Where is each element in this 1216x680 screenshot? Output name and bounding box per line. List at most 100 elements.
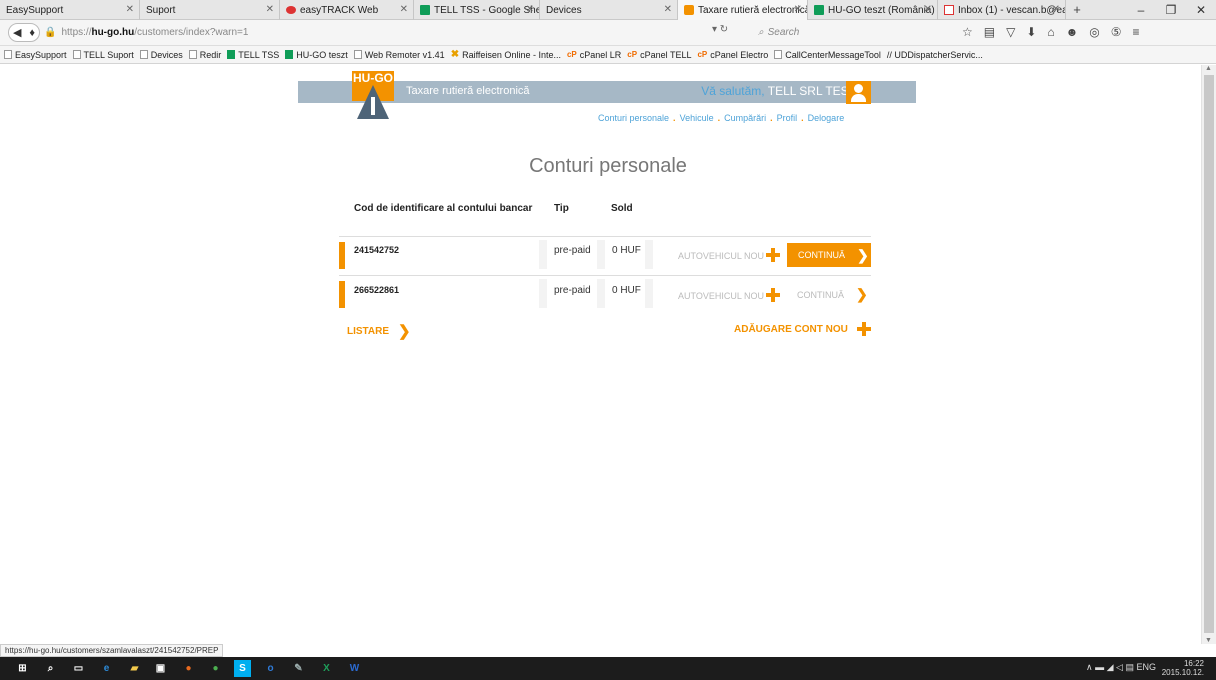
menu-icon[interactable]: ≡ — [1133, 25, 1140, 39]
tab-easytrack[interactable]: easyTRACK Web ✕ — [280, 0, 414, 20]
addon-icon[interactable]: ⑤ — [1111, 25, 1122, 39]
download-icon[interactable]: ⬇ — [1026, 25, 1036, 39]
word-icon[interactable]: W — [346, 660, 363, 677]
store-icon[interactable]: ▣ — [152, 660, 169, 677]
close-window-button[interactable]: ✕ — [1186, 0, 1216, 20]
road-lane-icon — [371, 97, 375, 115]
close-icon[interactable]: ✕ — [126, 4, 134, 15]
nav-vehicule[interactable]: Vehicule — [680, 113, 714, 123]
skype-icon[interactable]: S — [234, 660, 251, 677]
close-icon[interactable]: ✕ — [664, 4, 672, 15]
bookmark-cpanel-electro[interactable]: cP cPanel Electro — [697, 50, 768, 60]
nav-profil[interactable]: Profil — [777, 113, 798, 123]
file-explorer-icon[interactable]: ▰ — [126, 660, 143, 677]
task-view-icon[interactable]: ▭ — [70, 660, 87, 677]
bookmark-devices[interactable]: Devices — [139, 50, 183, 60]
pocket-icon[interactable]: ▽ — [1006, 25, 1015, 39]
close-icon[interactable]: ✕ — [266, 4, 274, 15]
bookmark-redir[interactable]: Redir — [188, 50, 221, 60]
chrome-icon[interactable]: ● — [207, 660, 224, 677]
scroll-down-icon[interactable]: ▼ — [1205, 637, 1212, 644]
close-icon[interactable]: ✕ — [1052, 4, 1060, 15]
chevron-right-icon: ❯ — [857, 246, 869, 263]
bookmark-star-icon[interactable]: ☆ — [962, 25, 973, 39]
edge-icon[interactable]: e — [98, 660, 115, 677]
nav-conturi-personale[interactable]: Conturi personale — [598, 113, 669, 123]
extension-icon[interactable]: ◎ — [1089, 25, 1099, 39]
page-icon — [4, 50, 12, 59]
page-icon — [139, 50, 148, 59]
bookmark-tell-suport[interactable]: TELL Suport — [72, 50, 134, 60]
url-bar[interactable]: 🔒 https://hu-go.hu/customers/index?warn=… — [44, 24, 774, 41]
close-icon[interactable]: ✕ — [526, 4, 534, 15]
vertical-scrollbar[interactable]: ▲ ▼ — [1201, 65, 1216, 644]
add-account-link[interactable]: ADĂUGARE CONT NOU — [734, 322, 871, 336]
bookmark-hugo-teszt[interactable]: HU-GO teszt — [285, 50, 348, 60]
plus-icon[interactable] — [766, 248, 780, 262]
nav-separator: . — [673, 113, 676, 123]
scrollbar-thumb[interactable] — [1204, 75, 1214, 633]
column-header-type: Tip — [554, 203, 569, 214]
clock[interactable]: 16:22 2015.10.12. — [1162, 659, 1204, 677]
hugo-logo[interactable]: HU-GO — [352, 71, 394, 119]
reading-list-icon[interactable]: ▤ — [984, 25, 995, 39]
nav-cumparari[interactable]: Cumpărări — [724, 113, 766, 123]
listare-link[interactable]: LISTARE ❯ — [347, 322, 411, 340]
bookmark-easysupport[interactable]: EasySupport — [4, 50, 67, 60]
bookmark-web-remoter[interactable]: Web Remoter v1.41 — [353, 50, 445, 60]
tab-easysupport[interactable]: EasySupport ✕ — [0, 0, 140, 20]
minimize-button[interactable]: – — [1126, 0, 1156, 20]
close-icon[interactable]: ✕ — [400, 4, 408, 15]
nav-separator: . — [801, 113, 804, 123]
language-indicator[interactable]: ENG — [1136, 662, 1156, 672]
window-controls: – ❐ ✕ — [1126, 0, 1216, 20]
new-tab-button[interactable]: + — [1066, 0, 1088, 19]
bookmark-cpanel-lr[interactable]: cP cPanel LR — [567, 50, 621, 60]
tab-hugo-teszt[interactable]: HU-GO teszt (România) - ... ✕ — [808, 0, 938, 20]
search-icon: ⌕ — [758, 27, 764, 38]
outlook-icon[interactable]: o — [262, 660, 279, 677]
column-header-balance: Sold — [611, 203, 633, 214]
restore-button[interactable]: ❐ — [1156, 0, 1186, 20]
scroll-up-icon[interactable]: ▲ — [1205, 65, 1212, 72]
reload-icon[interactable]: ▾ ↻ — [712, 24, 728, 35]
tab-title: TELL TSS - Google Sheets — [434, 4, 540, 16]
tray-icons[interactable]: ∧ ▬ ◢ ◁ ▤ — [1086, 662, 1134, 672]
bookmark-raiffeisen[interactable]: ✖ Raiffeisen Online - Inte... — [451, 49, 561, 60]
firefox-icon[interactable]: ● — [180, 660, 197, 677]
page-content: HU-GO Taxare rutieră electronică Vă salu… — [0, 65, 1201, 644]
account-id: 241542752 — [354, 245, 400, 255]
excel-icon[interactable]: X — [318, 660, 335, 677]
cell-divider — [539, 240, 547, 269]
tab-strip: EasySupport ✕ Suport ✕ easyTRACK Web ✕ T… — [0, 0, 1216, 20]
bookmark-tell-tss[interactable]: TELL TSS — [227, 50, 279, 60]
bookmark-uddispatcher[interactable]: // UDDispatcherServic... — [887, 50, 983, 60]
home-icon[interactable]: ⌂ — [1047, 25, 1054, 39]
tab-taxare-rutiera[interactable]: Taxare rutieră electronică ... ✕ — [678, 0, 808, 20]
tab-tell-tss[interactable]: TELL TSS - Google Sheets ✕ — [414, 0, 540, 20]
close-icon[interactable]: ✕ — [924, 4, 932, 15]
easytrack-favicon-icon — [286, 6, 296, 14]
search-icon[interactable]: ⌕ — [42, 660, 59, 677]
tab-suport[interactable]: Suport ✕ — [140, 0, 280, 20]
clock-time: 16:22 — [1183, 659, 1204, 668]
nav-delogare[interactable]: Delogare — [808, 113, 845, 123]
user-icon[interactable] — [846, 81, 871, 104]
add-vehicle-link[interactable]: AUTOVEHICUL NOU — [678, 291, 764, 301]
tab-devices[interactable]: Devices ✕ — [540, 0, 678, 20]
windows-start-icon[interactable]: ⊞ — [14, 660, 31, 677]
system-tray: ∧ ▬ ◢ ◁ ▤ ENG — [1086, 662, 1156, 673]
back-button[interactable]: ◀ ♦ — [8, 23, 40, 42]
continue-link[interactable]: CONTINUĂ ❯ — [797, 286, 868, 303]
close-icon[interactable]: ✕ — [794, 4, 802, 15]
bookmark-callcenter[interactable]: CallCenterMessageTool — [774, 50, 881, 60]
chat-icon[interactable]: ☻ — [1066, 25, 1079, 39]
notepad-icon[interactable]: ✎ — [290, 660, 307, 677]
search-input[interactable]: ⌕ Search — [758, 24, 928, 41]
plus-icon[interactable] — [766, 288, 780, 302]
continue-button[interactable]: CONTINUĂ ❯ — [787, 243, 871, 267]
add-vehicle-link[interactable]: AUTOVEHICUL NOU — [678, 251, 764, 261]
tab-title: easyTRACK Web — [300, 4, 379, 16]
tab-inbox[interactable]: Inbox (1) - vescan.b@easy... ✕ — [938, 0, 1066, 20]
bookmark-cpanel-tell[interactable]: cP cPanel TELL — [627, 50, 691, 60]
